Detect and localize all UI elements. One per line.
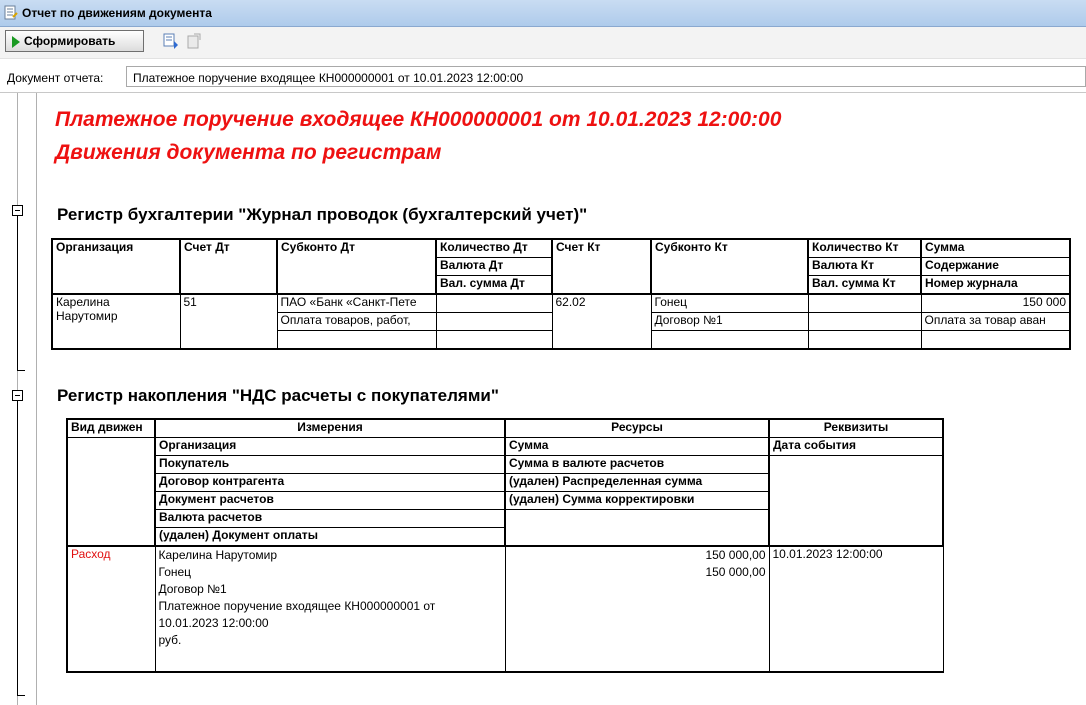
header-res: (удален) Сумма корректировки	[505, 491, 770, 510]
cell-org-line: Карелина	[56, 295, 110, 309]
cell-content[interactable]: Оплата за товар аван	[921, 312, 1071, 331]
header-res: Сумма	[505, 437, 770, 456]
separator	[0, 92, 1086, 93]
group-1-bracket-end	[17, 370, 25, 371]
cell-dim: руб.	[158, 633, 182, 647]
header-dim: Покупатель	[155, 455, 506, 474]
cell-dim: Карелина Нарутомир	[158, 548, 278, 562]
collapse-groups-icon[interactable]	[186, 32, 204, 50]
header-movement-type: Вид движен	[66, 418, 156, 438]
cell-dim: Договор №1	[158, 582, 227, 596]
header-dim: Организация	[155, 437, 506, 456]
cell-sum[interactable]: 150 000	[921, 294, 1071, 313]
register-2-title: Регистр накопления "НДС расчеты с покупа…	[57, 386, 499, 405]
cell-dim: Платежное поручение входящее КН000000001…	[158, 599, 436, 613]
header-cur-kt: Валюта Кт	[807, 257, 922, 276]
register-1-title: Регистр бухгалтерии "Журнал проводок (бу…	[57, 205, 588, 224]
cell-event-date[interactable]: 10.01.2023 12:00:00	[769, 546, 944, 673]
table-header-row: Организация Счет Дт Субконто Дт Количест…	[51, 238, 1071, 295]
group-2-bracket	[17, 401, 18, 695]
header-dimensions: Измерения	[154, 418, 506, 438]
cell-org[interactable]: Карелина Нарутомир	[51, 294, 181, 350]
cell-qty-dt[interactable]	[436, 294, 553, 313]
document-field-input[interactable]: Платежное поручение входящее КН000000001…	[126, 66, 1086, 87]
cell-journal-no[interactable]	[921, 330, 1071, 350]
header-cur-sum-kt: Вал. сумма Кт	[807, 275, 922, 295]
header-empty	[505, 509, 770, 547]
cell-subconto-kt-1[interactable]: Гонец	[651, 294, 809, 313]
header-resources: Ресурсы	[504, 418, 770, 438]
collapse-group-1-icon[interactable]	[12, 205, 23, 216]
expand-groups-icon[interactable]	[162, 32, 180, 50]
cell-resources[interactable]: 150 000,00 150 000,00	[505, 546, 770, 673]
gutter-line	[36, 93, 37, 705]
generate-button-label: Сформировать	[24, 34, 116, 48]
generate-button[interactable]: Сформировать	[5, 30, 144, 52]
header-empty	[769, 455, 944, 547]
cell-cur-sum-kt[interactable]	[808, 330, 922, 350]
table-row: Расход Карелина Нарутомир Гонец Договор …	[66, 546, 944, 673]
window-titlebar: Отчет по движениям документа	[0, 0, 1086, 27]
table-header-row: Организация Сумма Дата события	[66, 437, 944, 547]
header-empty	[66, 437, 156, 547]
table-header-row: Покупатель Сумма в валюте расчетов	[67, 455, 944, 547]
cell-res: 150 000,00	[705, 565, 766, 579]
header-attr: Дата события	[769, 437, 944, 456]
cell-cur-dt[interactable]	[436, 312, 553, 331]
accounting-register-table: Организация Счет Дт Субконто Дт Количест…	[51, 238, 1071, 350]
header-content: Содержание	[920, 257, 1071, 276]
header-attributes: Реквизиты	[768, 418, 944, 438]
header-qty-dt: Количество Дт	[435, 238, 553, 258]
toolbar: Сформировать	[0, 27, 1086, 59]
window-title: Отчет по движениям документа	[22, 6, 212, 20]
cell-subconto-kt-2[interactable]: Договор №1	[651, 312, 809, 331]
cell-acc-dt[interactable]: 51	[180, 294, 278, 350]
cell-acc-kt[interactable]: 62.02	[552, 294, 652, 350]
header-subconto-dt: Субконто Дт	[276, 238, 437, 295]
header-acc-dt: Счет Дт	[179, 238, 278, 295]
group-1-bracket	[17, 216, 18, 370]
header-res: (удален) Распределенная сумма	[505, 473, 770, 492]
document-field-row: Документ отчета: Платежное поручение вхо…	[0, 64, 1086, 92]
cell-dim: 10.01.2023 12:00:00	[158, 616, 269, 630]
header-res: Сумма в валюте расчетов	[505, 455, 770, 474]
cell-empty[interactable]	[277, 330, 437, 350]
header-acc-kt: Счет Кт	[551, 238, 652, 295]
cell-movement-type[interactable]: Расход	[66, 546, 156, 673]
header-subconto-kt: Субконто Кт	[650, 238, 809, 295]
cell-dim: Гонец	[158, 565, 192, 579]
header-sum: Сумма	[920, 238, 1071, 258]
header-qty-kt: Количество Кт	[807, 238, 922, 258]
report-title: Платежное поручение входящее КН000000001…	[55, 108, 782, 131]
cell-cur-kt[interactable]	[808, 312, 922, 331]
report-icon	[4, 5, 18, 20]
cell-org-line: Нарутомир	[56, 309, 118, 323]
header-dim: Валюта расчетов	[155, 509, 506, 528]
cell-subconto-dt-1[interactable]: ПАО «Банк «Санкт-Пете	[277, 294, 437, 313]
table-row: Карелина Нарутомир 51 ПАО «Банк «Санкт-П…	[51, 294, 1071, 350]
header-cur-sum-dt: Вал. сумма Дт	[435, 275, 553, 295]
cell-subconto-dt-2[interactable]: Оплата товаров, работ,	[277, 312, 437, 331]
header-cur-dt: Валюта Дт	[435, 257, 553, 276]
header-dim: Документ расчетов	[155, 491, 506, 510]
document-field-label: Документ отчета:	[7, 71, 104, 85]
cell-dimensions[interactable]: Карелина Нарутомир Гонец Договор №1 Плат…	[155, 546, 506, 673]
play-icon	[12, 36, 20, 48]
cell-qty-kt[interactable]	[808, 294, 922, 313]
header-dim: Договор контрагента	[155, 473, 506, 492]
header-journal-no: Номер журнала	[920, 275, 1071, 295]
header-org: Организация	[51, 238, 181, 295]
table-header-row: Вид движен Измерения Ресурсы Реквизиты	[66, 418, 944, 438]
report-subtitle: Движения документа по регистрам	[55, 141, 442, 164]
cell-res: 150 000,00	[705, 548, 766, 562]
cell-empty[interactable]	[651, 330, 809, 350]
group-2-bracket-end	[17, 695, 25, 696]
collapse-group-2-icon[interactable]	[12, 390, 23, 401]
accumulation-register-table: Вид движен Измерения Ресурсы Реквизиты О…	[66, 418, 944, 673]
header-dim: (удален) Документ оплаты	[155, 527, 506, 547]
cell-cur-sum-dt[interactable]	[436, 330, 553, 350]
